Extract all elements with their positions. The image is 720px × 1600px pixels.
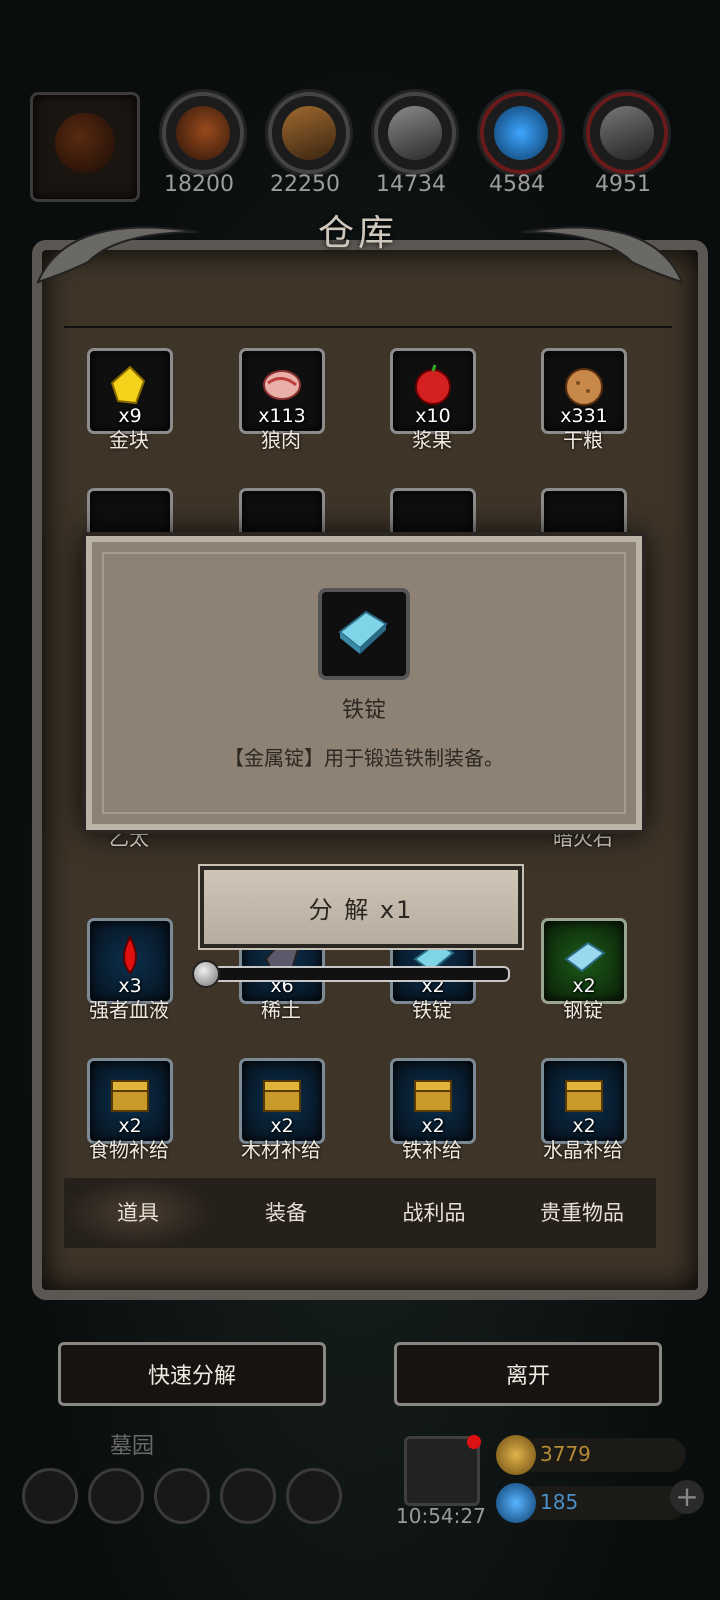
steelingot-icon bbox=[560, 933, 608, 977]
item-slot[interactable]: x2 bbox=[541, 918, 627, 1004]
item-name: 钢锭 bbox=[563, 998, 603, 1022]
panel-title: 仓库 bbox=[317, 213, 398, 254]
item-info-popup: 铁锭 【金属锭】用于锻造铁制装备。 bbox=[86, 536, 642, 830]
quick-decompose-button[interactable]: 快速分解 bbox=[58, 1342, 326, 1406]
item-name: 食物补给 bbox=[89, 1138, 169, 1162]
decompose-quantity-slider[interactable] bbox=[192, 960, 510, 988]
decompose-button[interactable]: 分 解 x1 bbox=[200, 866, 522, 948]
title-divider bbox=[64, 326, 672, 328]
gold-icon bbox=[106, 363, 154, 407]
item-slot[interactable]: x2 bbox=[541, 1058, 627, 1144]
chest-icon bbox=[106, 1073, 154, 1117]
hero-icon[interactable] bbox=[88, 1468, 144, 1524]
popup-item-slot bbox=[318, 588, 410, 680]
chest-icon bbox=[560, 1073, 608, 1117]
apple-icon bbox=[409, 363, 457, 407]
item-name: 浆果 bbox=[412, 428, 452, 452]
item-slot-obscured[interactable] bbox=[390, 488, 476, 538]
panel-title-plate: 仓库 bbox=[258, 200, 458, 260]
iron-ingot-icon bbox=[338, 610, 388, 654]
item-name: 稀土 bbox=[261, 998, 301, 1022]
leave-button[interactable]: 离开 bbox=[394, 1342, 662, 1406]
item-name: 铁锭 bbox=[412, 998, 452, 1022]
popup-item-title: 铁锭 bbox=[341, 698, 386, 723]
gold-currency: 3779 bbox=[496, 1435, 686, 1475]
iron-resource-icon bbox=[374, 92, 456, 174]
gold-icon bbox=[496, 1435, 536, 1475]
iron-resource-value: 14734 bbox=[376, 172, 446, 197]
gift-icon[interactable] bbox=[404, 1435, 481, 1506]
category-tabs: 道具 装备 战利品 贵重物品 bbox=[64, 1178, 656, 1248]
item-slot[interactable]: x2 bbox=[390, 1058, 476, 1144]
tab-equipment[interactable]: 装备 bbox=[212, 1178, 360, 1248]
item-name: 木材补给 bbox=[241, 1138, 321, 1162]
wood-resource-value: 22250 bbox=[270, 172, 340, 197]
add-currency-button[interactable]: + bbox=[670, 1480, 704, 1514]
item-slot-obscured[interactable] bbox=[239, 488, 325, 538]
meat-icon bbox=[258, 363, 306, 407]
item-slot[interactable]: x3 bbox=[87, 918, 173, 1004]
location-label: 墓园 bbox=[110, 1434, 155, 1459]
item-name: 水晶补给 bbox=[543, 1138, 623, 1162]
item-name: 干粮 bbox=[563, 428, 603, 452]
item-name: 强者血液 bbox=[89, 998, 169, 1022]
crystal-resource-icon bbox=[480, 92, 562, 174]
chest-icon bbox=[409, 1073, 457, 1117]
item-name: 铁补给 bbox=[402, 1138, 462, 1162]
right-horn-ornament bbox=[521, 226, 684, 284]
blood-icon bbox=[106, 933, 154, 977]
gem-value: 185 bbox=[540, 1490, 579, 1514]
meat-resource-icon bbox=[162, 92, 244, 174]
tab-loot[interactable]: 战利品 bbox=[360, 1178, 508, 1248]
bread-icon bbox=[560, 363, 608, 407]
clock-text: 10:54:27 bbox=[396, 1504, 486, 1528]
wood-resource-icon bbox=[268, 92, 350, 174]
forge-icon[interactable] bbox=[286, 1468, 342, 1524]
item-name: 金块 bbox=[109, 428, 149, 452]
torch-slot[interactable] bbox=[30, 92, 140, 202]
notification-dot bbox=[467, 1435, 481, 1449]
item-slot[interactable]: x2 bbox=[87, 1058, 173, 1144]
item-slot[interactable]: x10 bbox=[390, 348, 476, 434]
gold-value: 3779 bbox=[540, 1442, 591, 1466]
gem-currency: 185 bbox=[496, 1483, 686, 1523]
left-horn-ornament bbox=[36, 226, 199, 284]
resource-bar: 18200 22250 14734 4584 4951 bbox=[0, 88, 720, 208]
item-slot[interactable]: x9 bbox=[87, 348, 173, 434]
chest-icon bbox=[258, 1073, 306, 1117]
tab-valuables[interactable]: 贵重物品 bbox=[508, 1178, 656, 1248]
item-slot[interactable]: x113 bbox=[239, 348, 325, 434]
bottom-hud: 墓园 10:54:27 3779 185 + bbox=[0, 1420, 720, 1600]
popup-item-description: 【金属锭】用于锻造铁制装备。 bbox=[224, 746, 504, 770]
torch-icon bbox=[55, 113, 115, 173]
stone-resource-icon bbox=[586, 92, 668, 174]
map-icon[interactable] bbox=[154, 1468, 210, 1524]
item-slot-obscured[interactable] bbox=[87, 488, 173, 538]
item-slot[interactable]: x2 bbox=[239, 1058, 325, 1144]
gem-icon bbox=[496, 1483, 536, 1523]
item-slot-obscured[interactable] bbox=[541, 488, 627, 538]
tab-items[interactable]: 道具 bbox=[64, 1178, 212, 1248]
quest-icon[interactable] bbox=[220, 1468, 276, 1524]
item-slot[interactable]: x331 bbox=[541, 348, 627, 434]
settings-icon[interactable] bbox=[22, 1468, 78, 1524]
slider-knob[interactable] bbox=[192, 960, 220, 988]
item-name: 狼肉 bbox=[261, 428, 301, 452]
